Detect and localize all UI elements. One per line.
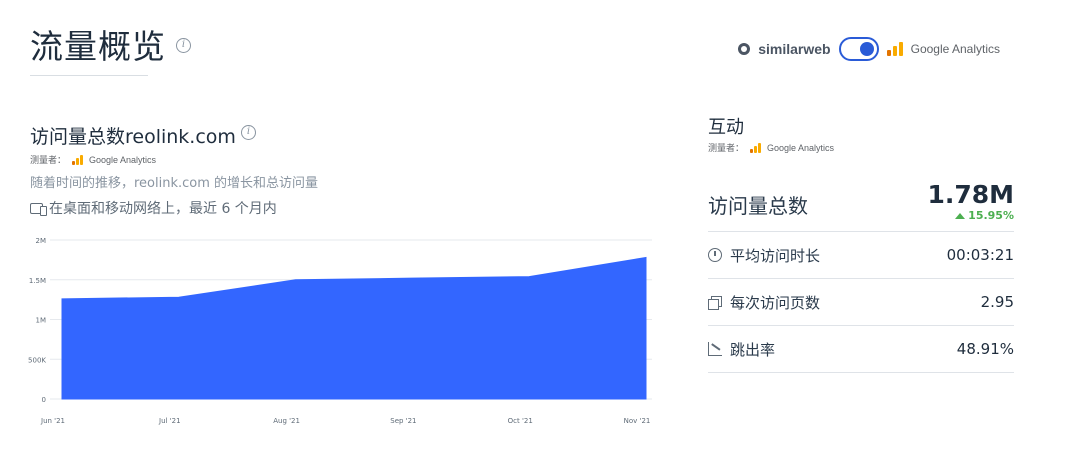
pages-icon [708,295,722,310]
x-tick-label: Jul '21 [158,417,181,425]
engagement-metrics: 访问量总数 1.78M 15.95% 平均访问时长 00:03:21 每次访问页… [708,172,1014,373]
google-analytics-icon [72,154,84,165]
measured-by-source: Google Analytics [767,142,835,153]
google-analytics-icon [750,142,762,153]
total-visits-label: 访问量总数 [708,194,808,218]
engagement-title: 互动 [708,117,744,138]
similarweb-logo-icon [738,43,751,55]
bounce-rate-label: 跳出率 [730,340,776,359]
visits-measured-by: 测量者： Google Analytics [30,153,156,166]
page-title: 流量概览 [30,27,166,66]
measured-by-label: 测量者： [708,144,745,154]
total-visits-value: 1.78M [927,180,1014,209]
info-icon[interactable]: i [176,38,191,53]
measured-by-label: 测量者： [30,156,67,166]
total-visits-change: 15.95% [927,209,1014,222]
metric-total-visits: 访问量总数 1.78M 15.95% [708,172,1014,232]
x-tick-label: Oct '21 [508,417,533,425]
google-analytics-icon [886,42,903,56]
scope-text: 在桌面和移动网络上，最近 6 个月内 [49,201,277,217]
avg-duration-label: 平均访问时长 [730,246,821,265]
measured-by-source: Google Analytics [89,154,157,165]
y-tick-label: 2M [36,237,47,245]
pages-per-visit-value: 2.95 [980,293,1014,311]
engagement-measured-by: 测量者： Google Analytics [708,141,834,154]
bounce-rate-value: 48.91% [956,340,1014,358]
visits-area-series [61,256,647,400]
metric-pages-per-visit: 每次访问页数 2.95 [708,279,1014,326]
bounce-rate-icon [708,342,722,356]
x-tick-label: Jun '21 [40,417,65,425]
visits-scope: 在桌面和移动网络上，最近 6 个月内 [30,198,277,218]
y-tick-label: 1.5M [29,277,46,285]
data-source-switch: similarweb Google Analytics [738,36,1000,62]
visits-info-icon[interactable]: i [241,125,256,140]
visits-area-chart: 0 500K 1M 1.5M 2M Jun '21 Jul '21 Aug '21 Sep '2… [28,237,652,425]
metric-bounce-rate: 跳出率 48.91% [708,326,1014,373]
toggle-knob [859,42,874,56]
metric-avg-duration: 平均访问时长 00:03:21 [708,232,1014,279]
y-tick-label: 1M [36,317,47,325]
similarweb-label[interactable]: similarweb [758,41,830,57]
source-toggle[interactable] [838,37,879,61]
devices-icon [30,202,47,216]
title-divider [30,75,148,76]
y-tick-label: 0 [42,396,46,404]
visits-subtitle: 随着时间的推移，reolink.com 的增长和总访问量 [30,176,319,191]
arrow-up-icon [955,212,966,219]
change-percent: 15.95% [968,209,1014,222]
pages-per-visit-label: 每次访问页数 [730,293,821,312]
visits-section-title: 访问量总数reolink.com [30,126,236,148]
x-tick-label: Sep '21 [390,417,416,425]
x-tick-label: Nov '21 [624,417,651,425]
avg-duration-value: 00:03:21 [946,246,1014,264]
clock-icon [708,248,722,262]
x-tick-label: Aug '21 [273,417,300,425]
y-tick-label: 500K [28,356,46,364]
google-analytics-label[interactable]: Google Analytics [911,42,1000,56]
